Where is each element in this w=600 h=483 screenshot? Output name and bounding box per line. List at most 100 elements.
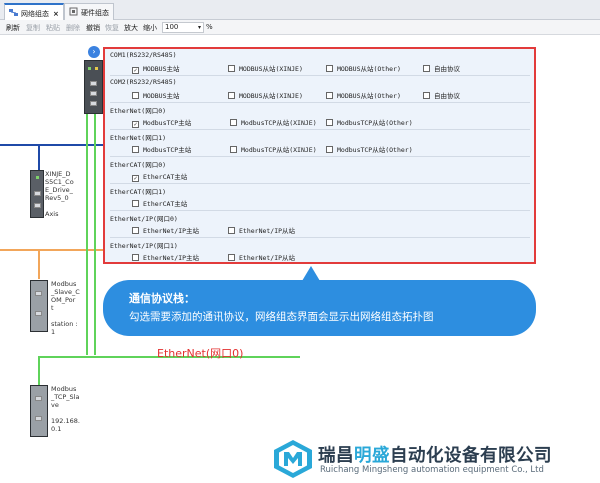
- zoom-out-button[interactable]: 缩小: [143, 23, 157, 33]
- copy-button[interactable]: 复制: [26, 23, 40, 33]
- protocol-group-ethernet0: EtherNet(网口0) ✓ ModbusTCP主站 ModbusTCP从站(X…: [110, 105, 532, 131]
- tab-network-config-label: 网络组态: [21, 10, 49, 18]
- callout-bubble: 通信协议栈： 勾选需要添加的通讯协议，网络组态界面会显示出网络组态拓扑图: [103, 280, 536, 336]
- green-vertical-wire-2: [94, 100, 96, 355]
- protocol-group-ethernetip1: EtherNet/IP(网口1) EtherNet/IP主站 EtherNet/…: [110, 240, 532, 264]
- option-com1-modbus-master[interactable]: ✓ MODBUS主站: [132, 63, 179, 74]
- option-com2-modbus-slave-other[interactable]: MODBUS从站(Other): [326, 90, 401, 100]
- option-eth0-modbustcp-master[interactable]: ✓ ModbusTCP主站: [132, 117, 191, 128]
- company-watermark: 瑞昌明盛自动化设备有限公司 Ruichang Mingsheng automat…: [272, 438, 600, 483]
- orange-bus-wire: [0, 249, 105, 251]
- checkbox[interactable]: [228, 227, 235, 234]
- option-eth0-modbustcp-slave-xinje[interactable]: ModbusTCP从站(XINJE): [230, 117, 317, 127]
- option-eth0-modbustcp-slave-other[interactable]: ModbusTCP从站(Other): [326, 117, 413, 127]
- checkbox[interactable]: [228, 254, 235, 261]
- modbus-tcp-slave-label: Modbus _TCP_Sla ve 192.168. 0.1: [51, 385, 80, 433]
- tab-network-config[interactable]: 网络组态 ×: [4, 3, 64, 20]
- protocol-group-ethernetip0: EtherNet/IP(网口0) EtherNet/IP主站 EtherNet/…: [110, 213, 532, 239]
- close-icon[interactable]: ×: [53, 10, 59, 18]
- orange-drop-wire: [38, 249, 40, 279]
- modbus-slave-label: Modbus _Slave_C OM_Por t station : 1: [51, 280, 80, 336]
- checkbox[interactable]: [132, 254, 139, 261]
- option-com1-modbus-slave-other[interactable]: MODBUS从站(Other): [326, 63, 401, 73]
- option-label: ModbusTCP主站: [143, 146, 192, 154]
- option-eip1-slave[interactable]: EtherNet/IP从站: [228, 252, 295, 262]
- company-name-english: Ruichang Mingsheng automation equipment …: [320, 465, 544, 475]
- checkbox[interactable]: [326, 65, 333, 72]
- undo-button[interactable]: 撤销: [86, 23, 100, 33]
- green-drop-wire: [38, 356, 40, 386]
- refresh-button[interactable]: 刷新: [6, 23, 20, 33]
- checkbox-checked[interactable]: ✓: [132, 175, 139, 182]
- divider: [110, 75, 530, 76]
- modbus-slave-device[interactable]: [30, 280, 48, 332]
- delete-button[interactable]: 删除: [66, 23, 80, 33]
- option-eth1-modbustcp-master[interactable]: ModbusTCP主站: [132, 144, 191, 154]
- option-com2-modbus-master[interactable]: MODBUS主站: [132, 90, 179, 100]
- option-eip0-slave[interactable]: EtherNet/IP从站: [228, 225, 295, 235]
- checkbox[interactable]: [230, 146, 237, 153]
- option-label: MODBUS从站(Other): [337, 92, 401, 100]
- checkbox[interactable]: [230, 119, 237, 126]
- ethernet-port-label: EtherNet(网口0): [157, 347, 244, 360]
- green-vertical-wire: [86, 100, 88, 355]
- option-com2-modbus-slave-xinje[interactable]: MODBUS从站(XINJE): [228, 90, 303, 100]
- option-com1-free-protocol[interactable]: 自由协议: [423, 63, 460, 73]
- option-com1-modbus-slave-xinje[interactable]: MODBUS从站(XINJE): [228, 63, 303, 73]
- expand-button[interactable]: ›: [88, 46, 100, 58]
- checkbox[interactable]: [228, 65, 235, 72]
- servo-drive-device[interactable]: [30, 170, 44, 218]
- company-name-highlight: 明盛: [354, 446, 390, 466]
- option-eth1-modbustcp-slave-other[interactable]: ModbusTCP从站(Other): [326, 144, 413, 154]
- port: [35, 291, 42, 296]
- checkbox[interactable]: [132, 227, 139, 234]
- divider: [110, 210, 530, 211]
- hardware-icon: [69, 7, 78, 16]
- checkbox[interactable]: [326, 119, 333, 126]
- zoom-value: 100: [165, 23, 179, 31]
- option-eth1-modbustcp-slave-xinje[interactable]: ModbusTCP从站(XINJE): [230, 144, 317, 154]
- checkbox-checked[interactable]: ✓: [132, 67, 139, 74]
- option-label: EtherNet/IP主站: [143, 254, 200, 262]
- option-eip1-master[interactable]: EtherNet/IP主站: [132, 252, 199, 262]
- option-label: EtherNet/IP从站: [239, 254, 296, 262]
- option-eip0-master[interactable]: EtherNet/IP主站: [132, 225, 199, 235]
- checkbox[interactable]: [132, 92, 139, 99]
- protocol-stack-panel: COM1(RS232/RS485) ✓ MODBUS主站 MODBUS从站(XIN…: [103, 47, 536, 264]
- modbus-tcp-slave-device[interactable]: [30, 385, 48, 437]
- divider: [110, 156, 530, 157]
- plc-controller[interactable]: [84, 60, 103, 114]
- option-label: EtherCAT主站: [143, 173, 188, 181]
- protocol-group-ethercat0: EtherCAT(网口0) ✓ EtherCAT主站: [110, 159, 532, 185]
- checkbox[interactable]: [423, 65, 430, 72]
- zoom-in-button[interactable]: 放大: [124, 23, 138, 33]
- checkbox[interactable]: [423, 92, 430, 99]
- checkbox[interactable]: [132, 146, 139, 153]
- checkbox[interactable]: [326, 92, 333, 99]
- zoom-select[interactable]: 100 ▾: [162, 22, 204, 33]
- protocol-group-ethercat1: EtherCAT(网口1) EtherCAT主站: [110, 186, 532, 212]
- divider: [110, 237, 530, 238]
- option-label: ModbusTCP从站(Other): [337, 146, 413, 154]
- divider: [110, 183, 530, 184]
- company-logo-icon: [274, 440, 312, 478]
- redo-button[interactable]: 恢复: [105, 23, 119, 33]
- company-name-part1: 瑞昌: [318, 446, 354, 466]
- paste-button[interactable]: 粘贴: [46, 23, 60, 33]
- servo-drive-label: XINJE_D S5C1_Co E_Drive_ Rev5_0 Axis: [45, 170, 74, 218]
- checkbox[interactable]: [228, 92, 235, 99]
- option-label: MODBUS从站(XINJE): [239, 92, 303, 100]
- option-ecat0-master[interactable]: ✓ EtherCAT主站: [132, 171, 187, 182]
- group-title: COM1(RS232/RS485): [110, 51, 177, 59]
- checkbox-checked[interactable]: ✓: [132, 121, 139, 128]
- option-label: 自由协议: [434, 92, 460, 100]
- led-indicator: [95, 67, 98, 70]
- checkbox[interactable]: [326, 146, 333, 153]
- group-title: EtherNet/IP(网口0): [110, 215, 178, 223]
- option-ecat1-master[interactable]: EtherCAT主站: [132, 198, 187, 208]
- option-com2-free-protocol[interactable]: 自由协议: [423, 90, 460, 100]
- blue-bus-wire: [0, 144, 105, 146]
- tab-hardware-config[interactable]: 硬件组态: [64, 3, 114, 20]
- checkbox[interactable]: [132, 200, 139, 207]
- group-title: EtherNet/IP(网口1): [110, 242, 178, 250]
